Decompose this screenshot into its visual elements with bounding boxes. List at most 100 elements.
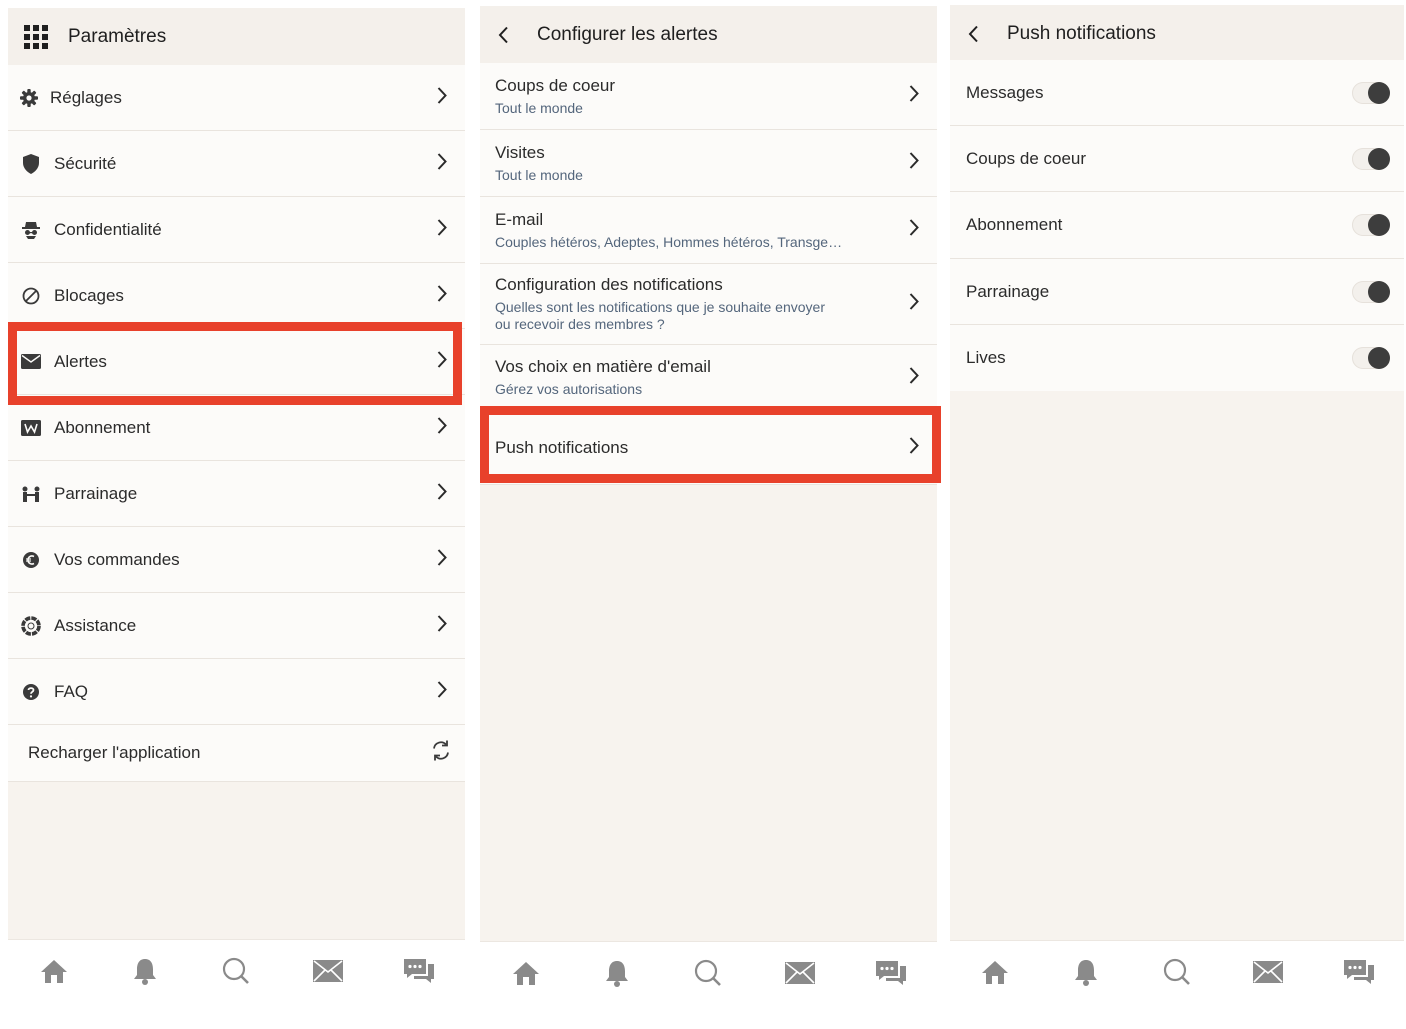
chevron-right-icon — [909, 85, 919, 108]
settings-item-confidentialite[interactable]: Confidentialité — [8, 197, 465, 263]
chevron-right-icon — [437, 284, 447, 307]
home-icon[interactable] — [975, 952, 1015, 992]
settings-item-securite[interactable]: Sécurité — [8, 131, 465, 197]
bell-icon[interactable] — [597, 953, 637, 993]
item-subtitle: Quelles sont les notifications que je so… — [495, 299, 825, 315]
settings-item-parrainage[interactable]: Parrainage — [8, 461, 465, 527]
push-list: Messages Coups de coeur Abonnement Parra… — [950, 60, 1404, 391]
toggle-switch[interactable] — [1352, 280, 1390, 303]
page-title: Paramètres — [68, 25, 167, 47]
item-label: Sécurité — [54, 153, 117, 173]
gear-icon — [18, 87, 40, 109]
chevron-right-icon — [909, 219, 919, 242]
alerts-panel: Configurer les alertes Coups de coeur To… — [480, 6, 937, 1004]
mail-icon[interactable] — [780, 953, 820, 993]
chevron-right-icon — [437, 680, 447, 703]
item-label: FAQ — [54, 681, 89, 701]
bell-icon[interactable] — [1066, 952, 1106, 992]
alert-item-coups-de-coeur[interactable]: Coups de coeur Tout le monde — [480, 63, 937, 130]
alert-item-email-choices[interactable]: Vos choix en matière d'email Gérez vos a… — [480, 345, 937, 411]
settings-panel: Paramètres Réglages Sécurité Confidentia… — [8, 8, 465, 1002]
chevron-right-icon — [909, 152, 919, 175]
search-icon[interactable] — [1157, 952, 1197, 992]
item-label: Réglages — [50, 87, 122, 107]
item-subtitle: Gérez vos autorisations — [495, 381, 643, 397]
block-icon — [20, 285, 42, 307]
bottom-tab-bar — [950, 940, 1404, 1003]
item-label: Vos commandes — [54, 549, 180, 569]
question-icon — [20, 681, 42, 703]
alert-item-visites[interactable]: Visites Tout le monde — [480, 130, 937, 197]
toggle-knob — [1368, 81, 1390, 104]
push-item-parrainage: Parrainage — [950, 259, 1404, 325]
toggle-knob — [1368, 214, 1390, 236]
home-icon[interactable] — [34, 951, 74, 991]
push-item-lives: Lives — [950, 325, 1404, 391]
toggle-knob — [1368, 280, 1390, 303]
push-item-coups-de-coeur: Coups de coeur — [950, 126, 1404, 192]
grid-menu-icon[interactable] — [24, 24, 48, 49]
back-chevron-icon[interactable] — [498, 26, 509, 44]
mail-icon[interactable] — [308, 951, 348, 991]
toggle-knob — [1368, 147, 1390, 170]
search-icon[interactable] — [688, 953, 728, 993]
spy-icon — [20, 219, 42, 241]
toggle-switch[interactable] — [1352, 147, 1390, 170]
item-label: Parrainage — [966, 281, 1050, 301]
back-chevron-icon[interactable] — [968, 25, 979, 43]
alerts-header: Configurer les alertes — [480, 6, 937, 63]
toggle-switch[interactable] — [1352, 347, 1390, 369]
settings-header: Paramètres — [8, 8, 465, 65]
push-item-abonnement: Abonnement — [950, 192, 1404, 259]
item-label: Configuration des notifications — [495, 275, 723, 294]
settings-item-commandes[interactable]: Vos commandes — [8, 527, 465, 593]
bell-icon[interactable] — [125, 951, 165, 991]
item-subtitle: Couples hétéros, Adeptes, Hommes hétéros… — [495, 233, 843, 250]
bottom-tab-bar — [8, 939, 465, 1002]
toggle-knob — [1368, 347, 1390, 369]
toggle-switch[interactable] — [1352, 81, 1390, 104]
referral-icon — [20, 483, 42, 505]
settings-item-reglages[interactable]: Réglages — [8, 65, 465, 131]
bottom-tab-bar — [480, 941, 937, 1004]
chat-icon[interactable] — [1339, 952, 1379, 992]
chevron-right-icon — [437, 548, 447, 571]
chevron-right-icon — [437, 86, 447, 109]
euro-icon — [20, 549, 42, 571]
chevron-right-icon — [437, 152, 447, 175]
settings-item-assistance[interactable]: Assistance — [8, 593, 465, 659]
lifebuoy-icon — [20, 615, 42, 637]
item-label: Messages — [966, 82, 1044, 102]
reload-app-row[interactable]: Recharger l'application — [8, 725, 465, 782]
item-label: Assistance — [54, 615, 137, 635]
page-title: Configurer les alertes — [537, 23, 718, 45]
toggle-switch[interactable] — [1352, 214, 1390, 236]
settings-item-faq[interactable]: FAQ — [8, 659, 465, 725]
chevron-right-icon — [909, 366, 919, 389]
item-label: Abonnement — [966, 215, 1063, 234]
item-label: Lives — [966, 348, 1006, 367]
item-subtitle-line2: ou recevoir des membres ? — [495, 316, 665, 332]
refresh-icon — [431, 740, 451, 767]
item-subtitle: Tout le monde — [495, 166, 583, 183]
subscription-icon — [20, 417, 42, 439]
highlight-alertes — [8, 322, 462, 405]
page-title: Push notifications — [1007, 22, 1156, 44]
home-icon[interactable] — [506, 953, 546, 993]
item-subtitle: Tout le monde — [495, 99, 583, 116]
item-label: Confidentialité — [54, 219, 162, 239]
item-label: E-mail — [495, 209, 544, 229]
chat-icon[interactable] — [871, 953, 911, 993]
chat-icon[interactable] — [399, 951, 439, 991]
settings-item-blocages[interactable]: Blocages — [8, 263, 465, 329]
item-label: Abonnement — [54, 417, 151, 437]
settings-list: Réglages Sécurité Confidentialité Blocag… — [8, 65, 465, 782]
chevron-right-icon — [909, 293, 919, 316]
search-icon[interactable] — [216, 951, 256, 991]
alert-item-email[interactable]: E-mail Couples hétéros, Adeptes, Hommes … — [480, 197, 937, 264]
item-label: Visites — [495, 142, 545, 162]
push-item-messages: Messages — [950, 60, 1404, 126]
mail-icon[interactable] — [1248, 952, 1288, 992]
alert-item-notification-config[interactable]: Configuration des notifications Quelles … — [480, 264, 937, 345]
item-label: Vos choix en matière d'email — [495, 357, 711, 376]
